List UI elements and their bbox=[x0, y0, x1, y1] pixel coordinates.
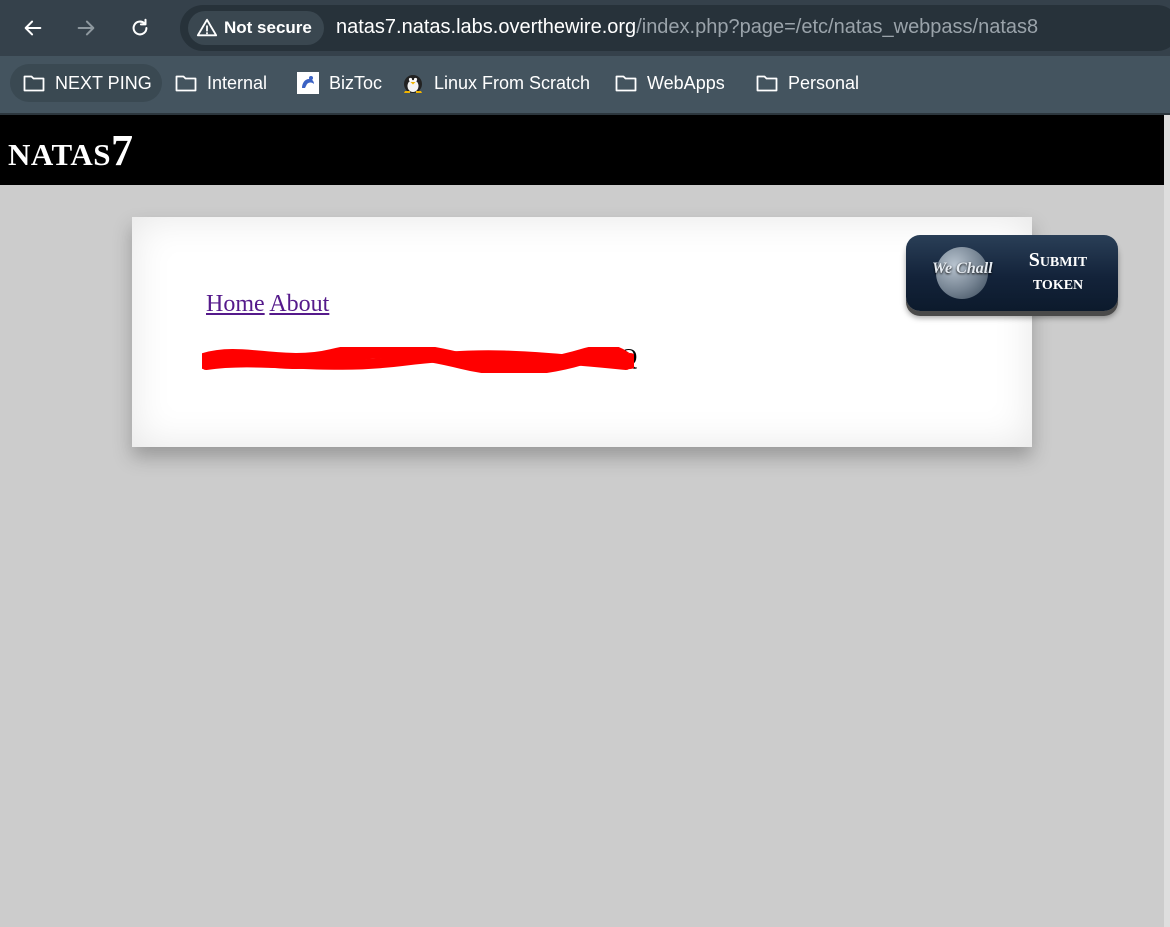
url-host: natas7.natas.labs.overthewire.org bbox=[336, 16, 637, 38]
wechall-submit-token-button[interactable]: We Chall Submit token bbox=[906, 235, 1118, 311]
folder-icon bbox=[615, 75, 637, 92]
submit-label-line2: token bbox=[1032, 272, 1084, 294]
folder-icon bbox=[175, 75, 197, 92]
page-title: natas7 bbox=[8, 126, 134, 175]
bookmark-label: Personal bbox=[788, 72, 860, 93]
reload-icon bbox=[132, 18, 148, 36]
bookmark-label: BizToc bbox=[329, 72, 383, 93]
bookmark-biztoc[interactable]: BizToc bbox=[296, 64, 382, 102]
bookmark-label: WebApps bbox=[647, 72, 725, 93]
page-viewport: natas7 Home About 5Q We Chall Submit tok… bbox=[0, 115, 1170, 927]
reload-button[interactable] bbox=[122, 10, 158, 46]
url-text[interactable]: natas7.natas.labs.overthewire.org/index.… bbox=[336, 16, 1038, 39]
about-link[interactable]: About bbox=[269, 291, 329, 317]
folder-icon bbox=[756, 75, 778, 92]
arrow-left-icon bbox=[24, 20, 42, 36]
site-header: natas7 bbox=[0, 115, 1164, 185]
browser-toolbar: Not secure natas7.natas.labs.overthewire… bbox=[0, 0, 1170, 56]
redaction-scribble bbox=[202, 347, 634, 373]
bookmark-label: Linux From Scratch bbox=[434, 72, 591, 93]
bookmark-label: NEXT PING bbox=[55, 72, 152, 93]
forward-button[interactable] bbox=[68, 10, 104, 46]
tux-icon bbox=[404, 75, 422, 93]
submit-token-label: Submit token bbox=[1018, 249, 1098, 295]
bookmark-linux-from-scratch[interactable]: Linux From Scratch bbox=[401, 64, 590, 102]
security-indicator[interactable]: Not secure bbox=[188, 11, 324, 45]
submit-label-line1: Submit bbox=[1028, 249, 1088, 271]
bookmarks-bar: NEXT PING Internal BizToc Linux From Scr… bbox=[0, 56, 1170, 115]
back-button[interactable] bbox=[15, 10, 51, 46]
folder-icon bbox=[23, 75, 45, 92]
address-bar[interactable]: Not secure natas7.natas.labs.overthewire… bbox=[180, 5, 1170, 51]
warning-icon bbox=[196, 18, 218, 37]
url-path: /index.php?page=/etc/natas_webpass/natas… bbox=[636, 16, 1039, 38]
security-label: Not secure bbox=[224, 18, 312, 37]
scrollbar[interactable] bbox=[1164, 115, 1170, 927]
bookmark-next-ping[interactable]: NEXT PING bbox=[10, 64, 162, 102]
biztoc-icon bbox=[297, 72, 319, 94]
bookmark-label: Internal bbox=[207, 72, 268, 93]
home-link[interactable]: Home bbox=[206, 291, 265, 317]
bookmark-internal[interactable]: Internal bbox=[174, 64, 267, 102]
page-nav: Home About bbox=[206, 291, 329, 318]
arrow-right-icon bbox=[77, 20, 95, 36]
bookmark-webapps[interactable]: WebApps bbox=[614, 64, 725, 102]
content-box: Home About 5Q bbox=[132, 217, 1032, 447]
bookmark-personal[interactable]: Personal bbox=[755, 64, 859, 102]
wechall-logo-text: We Chall bbox=[932, 260, 993, 277]
